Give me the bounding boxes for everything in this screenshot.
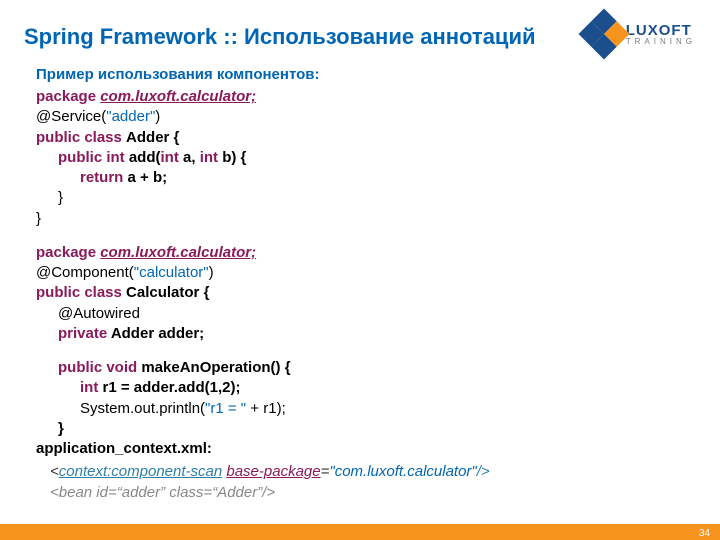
logo-mark-icon [578, 9, 629, 60]
xml-label: application_context.xml: [0, 439, 720, 459]
xml-line-1: <context:component-scan base-package="co… [0, 459, 720, 480]
section-subtitle: Пример использования компонентов: [0, 52, 720, 83]
logo-brand: LUXOFT [626, 23, 696, 38]
xml-line-2: <bean id=“adder” class=“Adder”/> [0, 480, 720, 501]
page-number: 34 [699, 528, 710, 539]
code-block-1: package com.luxoft.calculator; @Service(… [0, 83, 720, 229]
code-block-2: package com.luxoft.calculator; @Componen… [0, 229, 720, 439]
logo: LUXOFT TRAINING [586, 16, 696, 52]
logo-sub: TRAINING [626, 38, 696, 46]
slide-title: Spring Framework :: Использование аннота… [24, 24, 536, 50]
footer-bar [0, 524, 720, 540]
